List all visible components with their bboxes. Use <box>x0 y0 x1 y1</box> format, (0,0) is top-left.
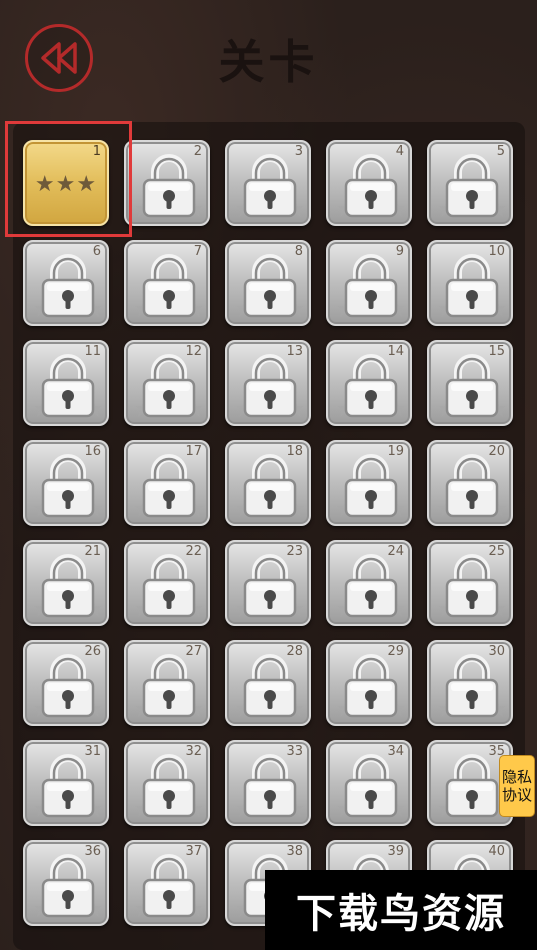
padlock-icon <box>142 154 196 218</box>
padlock-icon <box>243 754 297 818</box>
padlock-icon <box>243 354 297 418</box>
page-title: 关卡 <box>218 35 319 89</box>
level-tile-25[interactable]: 25 <box>427 540 513 626</box>
padlock-icon <box>344 154 398 218</box>
level-tile-21[interactable]: 21 <box>23 540 109 626</box>
level-grid: 1 ★★★ 2 3 4 5 6 7 8 9 10 11 12 13 14 15 … <box>23 140 513 926</box>
level-tile-30[interactable]: 30 <box>427 640 513 726</box>
padlock-icon <box>445 154 499 218</box>
level-number: 1 <box>92 144 101 159</box>
padlock-icon <box>41 754 95 818</box>
padlock-icon <box>243 654 297 718</box>
padlock-icon <box>142 254 196 318</box>
level-tile-5[interactable]: 5 <box>427 140 513 226</box>
level-tile-27[interactable]: 27 <box>124 640 210 726</box>
padlock-icon <box>142 454 196 518</box>
padlock-icon <box>344 454 398 518</box>
level-tile-23[interactable]: 23 <box>225 540 311 626</box>
level-tile-36[interactable]: 36 <box>23 840 109 926</box>
level-tile-11[interactable]: 11 <box>23 340 109 426</box>
padlock-icon <box>41 654 95 718</box>
level-tile-2[interactable]: 2 <box>124 140 210 226</box>
level-tile-10[interactable]: 10 <box>427 240 513 326</box>
stars-rating: ★★★ <box>34 172 98 197</box>
padlock-icon <box>243 454 297 518</box>
level-tile-37[interactable]: 37 <box>124 840 210 926</box>
level-tile-26[interactable]: 26 <box>23 640 109 726</box>
padlock-icon <box>41 854 95 918</box>
padlock-icon <box>243 254 297 318</box>
level-tile-32[interactable]: 32 <box>124 740 210 826</box>
padlock-icon <box>445 354 499 418</box>
level-tile-15[interactable]: 15 <box>427 340 513 426</box>
level-tile-29[interactable]: 29 <box>326 640 412 726</box>
level-tile-6[interactable]: 6 <box>23 240 109 326</box>
level-tile-12[interactable]: 12 <box>124 340 210 426</box>
level-tile-14[interactable]: 14 <box>326 340 412 426</box>
level-tile-16[interactable]: 16 <box>23 440 109 526</box>
level-tile-3[interactable]: 3 <box>225 140 311 226</box>
level-tile-33[interactable]: 33 <box>225 740 311 826</box>
padlock-icon <box>445 654 499 718</box>
padlock-icon <box>445 454 499 518</box>
level-tile-31[interactable]: 31 <box>23 740 109 826</box>
level-tile-9[interactable]: 9 <box>326 240 412 326</box>
level-tile-22[interactable]: 22 <box>124 540 210 626</box>
padlock-icon <box>344 354 398 418</box>
padlock-icon <box>142 754 196 818</box>
padlock-icon <box>142 654 196 718</box>
padlock-icon <box>344 754 398 818</box>
padlock-icon <box>142 854 196 918</box>
privacy-policy-button[interactable]: 隐私协议 <box>499 755 535 817</box>
level-tile-19[interactable]: 19 <box>326 440 412 526</box>
level-tile-20[interactable]: 20 <box>427 440 513 526</box>
padlock-icon <box>344 554 398 618</box>
level-tile-4[interactable]: 4 <box>326 140 412 226</box>
level-tile-8[interactable]: 8 <box>225 240 311 326</box>
padlock-icon <box>243 154 297 218</box>
padlock-icon <box>344 254 398 318</box>
level-tile-17[interactable]: 17 <box>124 440 210 526</box>
level-tile-28[interactable]: 28 <box>225 640 311 726</box>
padlock-icon <box>243 554 297 618</box>
padlock-icon <box>142 354 196 418</box>
padlock-icon <box>344 654 398 718</box>
level-tile-34[interactable]: 34 <box>326 740 412 826</box>
level-tile-18[interactable]: 18 <box>225 440 311 526</box>
watermark-banner: 下载鸟资源 <box>265 870 537 950</box>
padlock-icon <box>41 354 95 418</box>
level-tile-1[interactable]: 1 ★★★ <box>23 140 109 226</box>
padlock-icon <box>445 554 499 618</box>
level-tile-24[interactable]: 24 <box>326 540 412 626</box>
padlock-icon <box>142 554 196 618</box>
level-tile-13[interactable]: 13 <box>225 340 311 426</box>
padlock-icon <box>41 454 95 518</box>
padlock-icon <box>445 754 499 818</box>
padlock-icon <box>41 254 95 318</box>
padlock-icon <box>445 254 499 318</box>
level-tile-7[interactable]: 7 <box>124 240 210 326</box>
padlock-icon <box>41 554 95 618</box>
